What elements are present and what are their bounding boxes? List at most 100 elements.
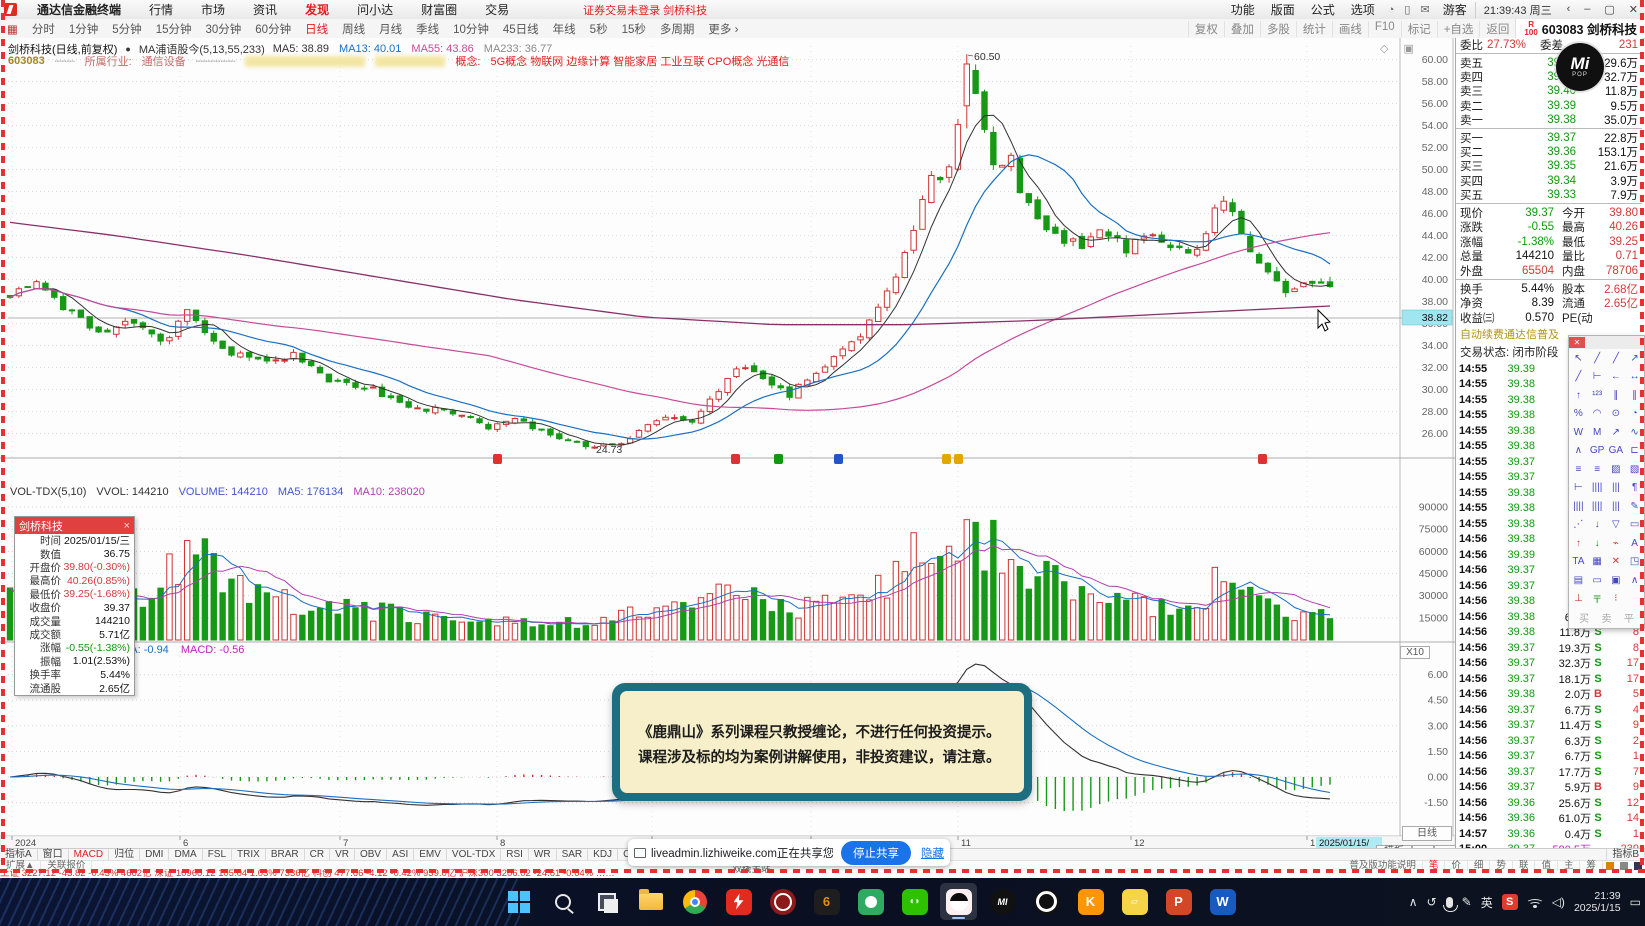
mail-icon[interactable]: ✉ [1415, 3, 1434, 16]
draw-tool-icon[interactable]: ╱ [1588, 349, 1607, 368]
tray-clock[interactable]: 21:39 2025/1/15 [1574, 890, 1621, 914]
tray-expand-icon[interactable]: ∧ [1409, 895, 1418, 909]
draw-tool-icon[interactable]: ↖ [1569, 349, 1588, 368]
toolbar-F10[interactable]: F10 [1367, 20, 1401, 37]
period-30分钟[interactable]: 30分钟 [198, 21, 248, 37]
draw-tool-icon[interactable]: ↓ [1588, 516, 1607, 535]
buy-row[interactable]: 买三 39.35 21.6万 [1456, 159, 1642, 173]
menu-item-市场[interactable]: 市场 [187, 1, 239, 18]
period-15分钟[interactable]: 15分钟 [149, 21, 199, 37]
draw-tool-icon[interactable]: ||| [1607, 479, 1626, 498]
draw-tool-icon[interactable]: |||| [1588, 479, 1607, 498]
draw-tool-icon[interactable]: ◠ [1588, 405, 1607, 424]
taskbar-mi-app[interactable]: MI [984, 883, 1021, 920]
period-季线[interactable]: 季线 [409, 21, 446, 37]
draw-tool-icon[interactable]: ↓ [1588, 534, 1607, 553]
draw-tool-icon[interactable]: |||| [1588, 497, 1607, 516]
stock-badge[interactable]: R 100 603083 剑桥科技 [1515, 19, 1645, 38]
draw-tool-icon[interactable]: ↑ [1569, 386, 1588, 405]
draw-tool-icon[interactable]: ↑ [1569, 534, 1588, 553]
menu-item-功能[interactable]: 功能 [1223, 1, 1263, 18]
taskbar-word[interactable]: W [1204, 883, 1241, 920]
draw-tool-icon[interactable]: ▽ [1607, 516, 1626, 535]
taskbar-green-app[interactable] [852, 883, 889, 920]
sell-row[interactable]: 卖三 39.40 11.8万 [1456, 84, 1642, 98]
draw-tool-icon[interactable]: ▭ [1588, 571, 1607, 590]
close-icon[interactable]: ✕ [1569, 337, 1585, 348]
buy-row[interactable]: 买二 39.36 153.1万 [1456, 145, 1642, 159]
taskbar-kk-app[interactable]: K [1072, 883, 1109, 920]
menu-item-版面[interactable]: 版面 [1263, 1, 1303, 18]
tray-wifi-icon[interactable] [1525, 896, 1544, 908]
buy-row[interactable]: 买一 39.37 22.8万 [1456, 130, 1642, 145]
menu-item-行情[interactable]: 行情 [135, 1, 187, 18]
toolbar-标记[interactable]: 标记 [1400, 20, 1437, 37]
period-5分钟[interactable]: 5分钟 [105, 21, 148, 37]
draw-tool-icon[interactable]: ✕ [1607, 553, 1626, 572]
tray-volume-icon[interactable]: ◁) [1552, 895, 1565, 909]
draw-tool-icon[interactable]: ▦ [1588, 553, 1607, 572]
period-年线[interactable]: 年线 [546, 21, 583, 37]
taskbar-w6-app[interactable]: 6 [808, 883, 845, 920]
draw-tool-icon[interactable]: ¹²³ [1588, 386, 1607, 405]
sell-row[interactable]: 卖五39.4229.6万 [1456, 55, 1642, 70]
stop-sharing-button[interactable]: 停止共享 [841, 840, 911, 865]
toolbar-画线[interactable]: 画线 [1331, 20, 1368, 37]
draw-tool-icon[interactable]: % [1569, 405, 1588, 424]
period-更多 ›[interactable]: 更多 › [701, 21, 745, 37]
period-多周期[interactable]: 多周期 [653, 21, 702, 37]
menu-item-发现[interactable]: 发现 [291, 1, 343, 18]
menu-item-资讯[interactable]: 资讯 [239, 1, 291, 18]
draw-tool-icon[interactable]: ← [1607, 368, 1626, 387]
period-15秒[interactable]: 15秒 [615, 21, 653, 37]
guest-label[interactable]: 游客 [1435, 1, 1475, 18]
menu-item-交易[interactable]: 交易 [471, 1, 523, 18]
period-box[interactable]: 日线 [1402, 826, 1452, 841]
popup-header[interactable]: 剑桥科技 × [15, 517, 134, 534]
draw-tool-icon[interactable]: M [1588, 423, 1607, 442]
period-60分钟[interactable]: 60分钟 [248, 21, 298, 37]
buy-row[interactable]: 买五 39.33 7.9万 [1456, 188, 1642, 202]
taskbar-notes-app[interactable]: ▱ [1116, 883, 1153, 920]
taskbar-powerpoint[interactable]: P [1160, 883, 1197, 920]
taskbar-task-view[interactable] [588, 883, 625, 920]
toolbar-+自选[interactable]: +自选 [1436, 20, 1480, 37]
draw-tool-icon[interactable]: ▨ [1607, 460, 1626, 479]
draw-tool-icon[interactable]: ▣ [1607, 571, 1626, 590]
sell-row[interactable]: 卖四39.4132.7万 [1456, 70, 1642, 84]
draw-tool-icon[interactable]: ⌁ [1607, 534, 1626, 553]
draw-tool-icon[interactable]: ≡ [1569, 460, 1588, 479]
period-5秒[interactable]: 5秒 [583, 21, 615, 37]
taskbar-qq[interactable] [940, 883, 977, 920]
period-1分钟[interactable]: 1分钟 [62, 21, 105, 37]
toolbar-多股[interactable]: 多股 [1259, 20, 1296, 37]
period-分时[interactable]: 分时 [25, 21, 62, 37]
draw-tool-icon[interactable]: ▤ [1569, 571, 1588, 590]
draw-tool-icon[interactable]: ⊙ [1607, 405, 1626, 424]
hide-link[interactable]: 隐藏 [921, 845, 944, 861]
tray-pen-icon[interactable]: ✎ [1462, 895, 1472, 909]
minimize-icon[interactable]: – [1577, 3, 1597, 16]
industry-value[interactable]: 通信设备 [142, 53, 186, 69]
draw-tool-icon[interactable]: ⋰ [1569, 516, 1588, 535]
taskbar-music-app[interactable] [764, 883, 801, 920]
period-10分钟[interactable]: 10分钟 [446, 21, 496, 37]
taskbar-search[interactable] [544, 883, 581, 920]
toolbar-复权[interactable]: 复权 [1187, 20, 1224, 37]
menu-item-财富圈[interactable]: 财富圈 [407, 1, 471, 18]
draw-mode-卖[interactable]: 卖 [1601, 610, 1611, 625]
period-周线[interactable]: 周线 [335, 21, 372, 37]
draw-tool-icon[interactable]: ∧ [1569, 442, 1588, 461]
menu-item-公式[interactable]: 公式 [1303, 1, 1343, 18]
close-icon[interactable]: × [124, 520, 130, 532]
tray-notification-icon[interactable]: ▭ [1630, 895, 1641, 909]
draw-tool-icon[interactable]: ≡ [1588, 460, 1607, 479]
sell-row[interactable]: 卖二 39.39 9.5万 [1456, 99, 1642, 113]
draw-tool-icon[interactable]: ⁝ [1607, 590, 1626, 609]
draw-tool-icon[interactable]: ⊢ [1588, 368, 1607, 387]
draw-tool-icon[interactable]: ↗ [1607, 423, 1626, 442]
draw-tool-icon[interactable]: 〒 [1588, 590, 1607, 609]
draw-tool-icon[interactable]: GA [1607, 442, 1626, 461]
taskbar-start[interactable] [500, 883, 537, 920]
tray-sync-icon[interactable]: ↺ [1427, 895, 1437, 909]
